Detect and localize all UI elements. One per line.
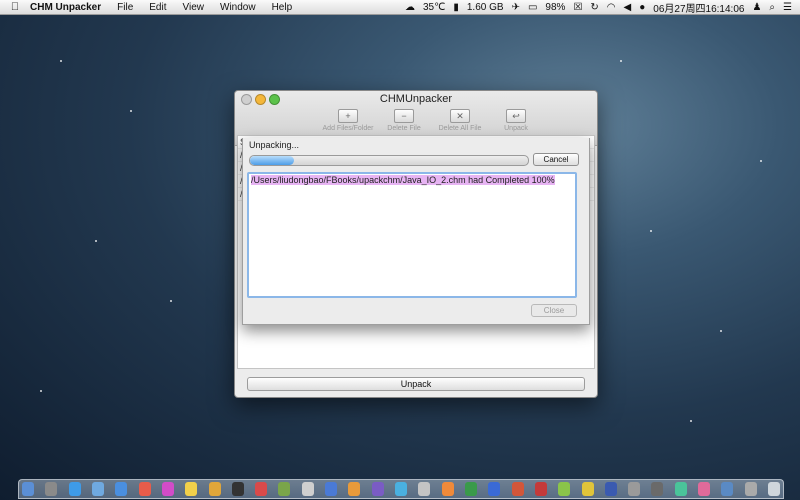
user-icon[interactable]: ● xyxy=(639,2,645,13)
star xyxy=(620,60,622,62)
clock[interactable]: 06月27周四16:14:06 xyxy=(653,0,744,15)
itunes-icon[interactable] xyxy=(161,482,174,496)
progress-fill xyxy=(250,156,295,165)
close-button[interactable]: Close xyxy=(531,304,577,317)
star xyxy=(130,110,132,112)
volume-icon[interactable]: ◀ xyxy=(624,2,632,13)
weather-icon[interactable]: ☁ xyxy=(405,2,415,13)
app-icon[interactable] xyxy=(418,482,431,496)
star xyxy=(95,240,97,242)
star xyxy=(60,60,62,62)
battery-icon[interactable]: ▭ xyxy=(528,2,537,13)
terminal-icon[interactable] xyxy=(231,482,244,496)
delete-file-button[interactable]: − Delete File xyxy=(379,109,429,132)
menu-view[interactable]: View xyxy=(183,2,205,13)
sync-icon[interactable]: ↻ xyxy=(590,2,598,13)
finder-icon[interactable] xyxy=(22,482,34,496)
delete-all-file-label: Delete All File xyxy=(438,125,482,132)
calendar-icon[interactable] xyxy=(138,482,151,496)
photoshop-icon[interactable] xyxy=(604,482,617,496)
system-prefs-icon[interactable] xyxy=(45,482,58,496)
star xyxy=(650,230,652,232)
chrome-icon[interactable] xyxy=(208,482,221,496)
dock xyxy=(18,479,784,499)
menu-file[interactable]: File xyxy=(117,2,133,13)
unpacking-status: Unpacking... xyxy=(249,140,300,150)
xcode-icon[interactable] xyxy=(325,482,338,496)
toolbar: + Add Files/Folder − Delete File ✕ Delet… xyxy=(323,109,541,132)
word-icon[interactable] xyxy=(488,482,501,496)
status-area: ☁ 35℃ ▮ 1.60 GB ✈ ▭ 98% ☒ ↻ ◠ ◀ ● 06月27周… xyxy=(405,0,792,15)
app-icon[interactable] xyxy=(744,482,757,496)
app-icon[interactable] xyxy=(721,482,734,496)
menu-bar:  CHM Unpacker File Edit View Window Hel… xyxy=(0,0,800,15)
app-icon[interactable] xyxy=(651,482,664,496)
add-files-folder-label: Add Files/Folder xyxy=(322,125,374,132)
qq-penguin-icon[interactable]: ♟ xyxy=(752,2,761,13)
app-store-icon[interactable] xyxy=(115,482,128,496)
excel-icon[interactable] xyxy=(464,482,477,496)
log-textarea[interactable]: /Users/liudongbao/FBooks/upackchm/Java_I… xyxy=(247,172,577,298)
cancel-button[interactable]: Cancel xyxy=(533,153,579,166)
memory-icon[interactable]: ▮ xyxy=(453,2,459,13)
unpack-toolbar-label: Unpack xyxy=(504,125,528,132)
star xyxy=(170,300,172,302)
app-icon[interactable] xyxy=(698,482,711,496)
weather-temp: 35℃ xyxy=(423,1,446,13)
star xyxy=(40,390,42,392)
apple-menu-icon[interactable]:  xyxy=(6,1,24,13)
notes-icon[interactable] xyxy=(185,482,198,496)
x-box-icon[interactable]: ☒ xyxy=(573,2,582,13)
app-icon[interactable] xyxy=(628,482,641,496)
delete-file-label: Delete File xyxy=(387,125,421,132)
app-icon[interactable] xyxy=(558,482,571,496)
unpacking-sheet: Unpacking... Cancel /Users/liudongbao/FB… xyxy=(242,138,590,325)
log-line: /Users/liudongbao/FBooks/upackchm/Java_I… xyxy=(251,175,555,185)
add-files-folder-button[interactable]: + Add Files/Folder xyxy=(323,109,373,132)
unpack-button[interactable]: Unpack xyxy=(247,377,585,391)
app-icon[interactable] xyxy=(674,482,687,496)
battery-percent: 98% xyxy=(545,1,566,13)
ibooks-icon[interactable] xyxy=(348,482,361,496)
epub-icon[interactable] xyxy=(371,482,384,496)
mail-icon[interactable] xyxy=(91,482,104,496)
progress-bar xyxy=(249,155,529,166)
menu-window[interactable]: Window xyxy=(220,2,256,13)
star xyxy=(760,160,762,162)
window-title: CHMUnpacker xyxy=(379,93,453,105)
plus-icon: + xyxy=(338,109,358,123)
acrobat-icon[interactable] xyxy=(534,482,547,496)
menu-edit[interactable]: Edit xyxy=(149,2,166,13)
minus-icon: − xyxy=(394,109,414,123)
wifi-icon[interactable]: ◠ xyxy=(607,2,616,13)
delete-all-file-button[interactable]: ✕ Delete All File xyxy=(435,109,485,132)
text-icon[interactable] xyxy=(301,482,314,496)
app-icon[interactable] xyxy=(581,482,594,496)
unpack-toolbar-button[interactable]: ↩ Unpack xyxy=(491,109,541,132)
sublime-icon[interactable] xyxy=(441,482,454,496)
pdf-icon[interactable] xyxy=(255,482,268,496)
star xyxy=(720,330,722,332)
chm-icon[interactable] xyxy=(278,482,291,496)
unpack-icon: ↩ xyxy=(506,109,526,123)
menu-help[interactable]: Help xyxy=(272,2,293,13)
star xyxy=(690,420,692,422)
x-icon: ✕ xyxy=(450,109,470,123)
memory-readout: 1.60 GB xyxy=(466,1,504,13)
powerpoint-icon[interactable] xyxy=(511,482,524,496)
spotlight-icon[interactable]: ⌕ xyxy=(769,2,775,13)
airplane-icon[interactable]: ✈ xyxy=(512,2,520,13)
notification-center-icon[interactable]: ☰ xyxy=(783,2,792,13)
chrome-2-icon[interactable] xyxy=(395,482,407,496)
trash-icon[interactable] xyxy=(768,482,780,496)
safari-icon[interactable] xyxy=(68,482,81,496)
app-menu[interactable]: CHM Unpacker xyxy=(30,2,101,13)
